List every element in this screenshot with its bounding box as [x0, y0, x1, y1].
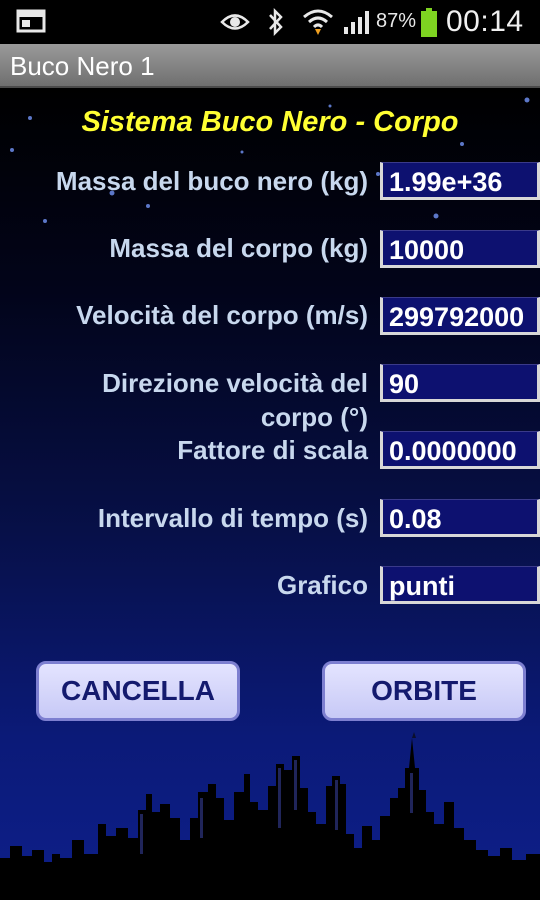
bluetooth-icon	[269, 8, 283, 36]
label-time-interval: Intervallo di tempo (s)	[97, 503, 368, 533]
label-graph-type: Grafico	[276, 570, 368, 600]
status-bar: 87% 00:14	[0, 0, 540, 44]
main-screen: Sistema Buco Nero - Corpo Massa del buco…	[0, 88, 540, 900]
clock: 00:14	[446, 5, 524, 38]
label-velocity-direction: Direzione velocità del corpo (°)	[102, 368, 368, 432]
battery-percentage: 87%	[376, 10, 417, 32]
screenshot-icon	[16, 9, 46, 33]
label-black-hole-mass: Massa del buco nero (kg)	[55, 166, 368, 196]
cancel-button[interactable]: CANCELLA	[36, 661, 240, 721]
orbits-button[interactable]: ORBITE	[322, 661, 526, 721]
battery-icon	[421, 8, 437, 37]
body-velocity-input[interactable]: 299792000	[380, 297, 540, 335]
eye-icon	[220, 14, 250, 30]
label-body-mass: Massa del corpo (kg)	[109, 233, 368, 263]
app-title-bar: Buco Nero 1	[0, 44, 540, 88]
scale-factor-input[interactable]: 0.0000000	[380, 431, 540, 469]
app-title: Buco Nero 1	[10, 51, 155, 81]
page-heading: Sistema Buco Nero - Corpo	[81, 106, 459, 138]
label-body-velocity: Velocità del corpo (m/s)	[76, 300, 368, 330]
signal-icon	[344, 11, 369, 34]
velocity-direction-input[interactable]: 90	[380, 364, 540, 402]
city-skyline	[0, 732, 540, 900]
wifi-icon	[303, 9, 333, 35]
black-hole-mass-input[interactable]: 1.99e+36	[380, 162, 540, 200]
label-scale-factor: Fattore di scala	[177, 435, 368, 465]
graph-type-select[interactable]: punti	[380, 566, 540, 604]
time-interval-input[interactable]: 0.08	[380, 499, 540, 537]
body-mass-input[interactable]: 10000	[380, 230, 540, 268]
